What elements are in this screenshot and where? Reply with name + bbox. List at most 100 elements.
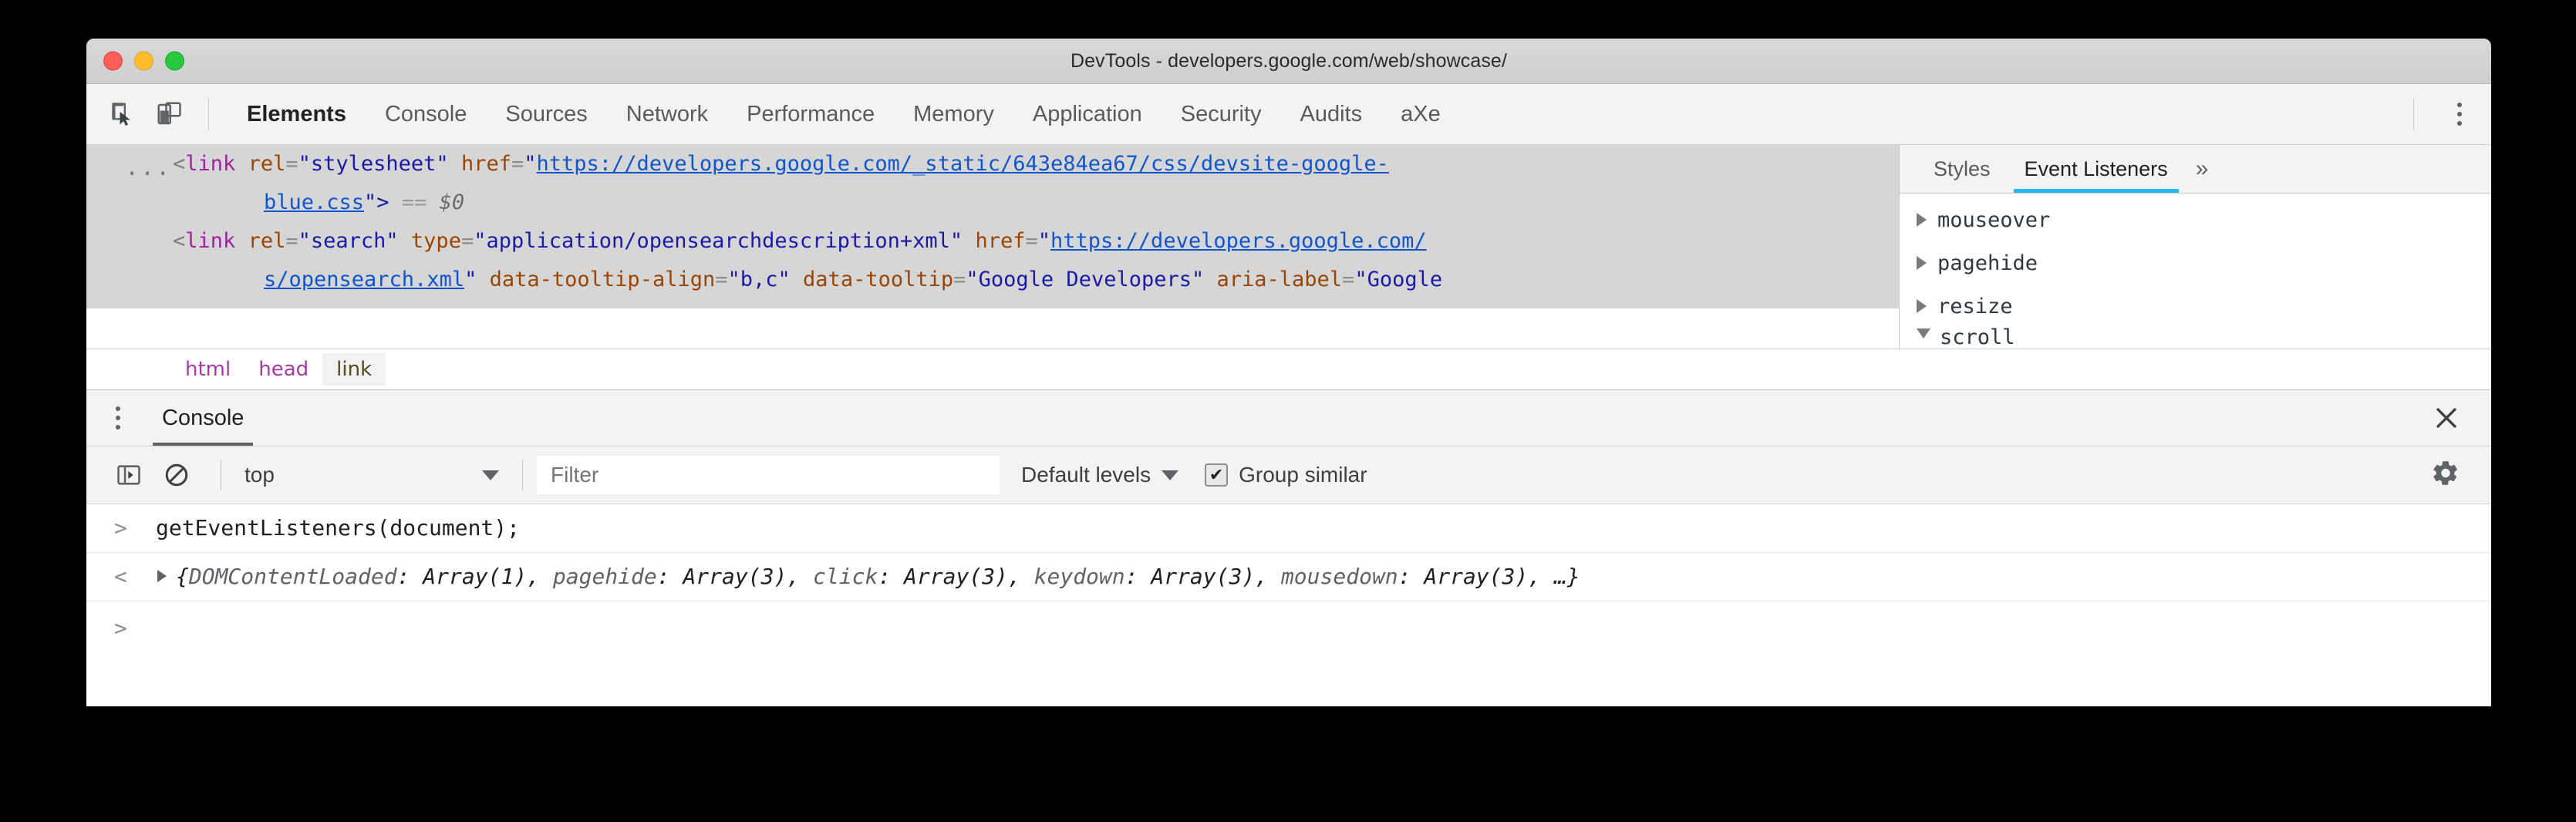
- attr-href: href: [975, 229, 1025, 253]
- object-value: Array(3): [1151, 564, 1255, 589]
- listener-item-resize[interactable]: resize: [1900, 285, 2491, 328]
- equals-sign: =: [953, 268, 966, 291]
- close-icon[interactable]: [2433, 404, 2460, 432]
- device-toolbar-icon[interactable]: [150, 94, 190, 134]
- triangle-right-icon[interactable]: [1917, 299, 1927, 313]
- attr-aria-label-value: "Google: [1354, 268, 1442, 291]
- title-bar: DevTools - developers.google.com/web/sho…: [86, 39, 2491, 84]
- attr-href-value[interactable]: https://developers.google.com/: [1050, 229, 1427, 253]
- listener-label: pagehide: [1937, 251, 2038, 275]
- attr-type: type: [411, 229, 461, 253]
- attr-data-tooltip-align-value: "b,c": [728, 268, 791, 291]
- chevron-down-icon: [1162, 470, 1178, 480]
- triangle-right-icon[interactable]: [157, 570, 167, 582]
- attr-href-value-cont[interactable]: s/opensearch.xml: [264, 268, 464, 291]
- console-prompt-row[interactable]: >: [86, 601, 2491, 654]
- event-listener-list: mouseover pagehide resize scroll: [1900, 194, 2491, 346]
- attr-rel-value: "stylesheet": [298, 152, 449, 176]
- chevron-double-right-icon[interactable]: »: [2196, 156, 2209, 182]
- dom-node-link-stylesheet-cont[interactable]: blue.css"> == $0: [86, 184, 1899, 222]
- minimize-window-button[interactable]: [134, 52, 153, 71]
- close-window-button[interactable]: [103, 52, 123, 71]
- console-input-row[interactable]: > getEventListeners(document);: [86, 504, 2491, 553]
- attr-type-value: "application/opensearchdescription+xml": [474, 229, 963, 253]
- tab-event-listeners[interactable]: Event Listeners: [2008, 145, 2185, 193]
- equals-sign: =: [1025, 229, 1037, 253]
- clear-console-icon[interactable]: [159, 457, 194, 493]
- console-output-object[interactable]: {DOMContentLoaded: Array(1), pagehide: A…: [156, 553, 1580, 589]
- tab-application[interactable]: Application: [1013, 84, 1162, 144]
- attr-aria-label: aria-label: [1217, 268, 1343, 291]
- listener-item-mouseover[interactable]: mouseover: [1900, 198, 2491, 241]
- inspect-element-icon[interactable]: [103, 94, 143, 134]
- listener-item-pagehide[interactable]: pagehide: [1900, 241, 2491, 285]
- breadcrumb-item-html[interactable]: html: [171, 353, 244, 386]
- triangle-down-icon[interactable]: [1917, 328, 1930, 345]
- object-key: mousedown: [1281, 564, 1398, 589]
- tab-performance[interactable]: Performance: [727, 84, 894, 144]
- tab-axe[interactable]: aXe: [1381, 84, 1460, 144]
- selection-equals: ==: [402, 190, 427, 214]
- toolbar-right-divider: [2413, 98, 2414, 130]
- attr-data-tooltip-value: "Google Developers": [966, 268, 1204, 291]
- selected-node-ref: $0: [440, 190, 465, 214]
- panels-container: ... <link rel="stylesheet" href="https:/…: [86, 145, 2491, 349]
- console-output-row[interactable]: < {DOMContentLoaded: Array(1), pagehide:…: [86, 553, 2491, 601]
- equals-sign: =: [285, 229, 298, 253]
- dom-node-link-stylesheet[interactable]: <link rel="stylesheet" href="https://dev…: [86, 145, 1899, 184]
- tab-elements[interactable]: Elements: [228, 84, 366, 144]
- tab-memory[interactable]: Memory: [894, 84, 1013, 144]
- log-levels-select[interactable]: Default levels: [1021, 463, 1178, 487]
- triangle-right-icon[interactable]: [1917, 213, 1927, 227]
- breadcrumb-item-head[interactable]: head: [244, 353, 322, 386]
- attr-href-value[interactable]: https://developers.google.com/_static/64…: [537, 152, 1389, 176]
- gear-icon[interactable]: [2431, 459, 2460, 492]
- maximize-window-button[interactable]: [165, 52, 184, 71]
- equals-sign: =: [715, 268, 727, 291]
- group-similar-toggle[interactable]: ✔ Group similar: [1205, 463, 1367, 487]
- chevron-down-icon: [482, 470, 499, 480]
- attr-data-tooltip: data-tooltip: [803, 268, 953, 291]
- dom-node-link-search-cont[interactable]: s/opensearch.xml" data-tooltip-align="b,…: [86, 261, 1899, 299]
- execution-context-value: top: [244, 463, 275, 487]
- object-key: DOMContentLoaded: [189, 564, 397, 589]
- tab-sources[interactable]: Sources: [486, 84, 606, 144]
- elements-panel: ... <link rel="stylesheet" href="https:/…: [86, 145, 1899, 349]
- execution-context-select[interactable]: top: [235, 463, 508, 487]
- more-options-icon[interactable]: [2457, 103, 2462, 126]
- object-open-brace: {: [176, 564, 189, 589]
- tab-audits[interactable]: Audits: [1281, 84, 1382, 144]
- listener-item-scroll[interactable]: scroll: [1900, 328, 2491, 346]
- toolbar-divider: [522, 460, 523, 490]
- tab-security[interactable]: Security: [1162, 84, 1281, 144]
- dom-ellipsis[interactable]: ...: [125, 154, 171, 181]
- tab-network[interactable]: Network: [607, 84, 727, 144]
- drawer-more-options-icon[interactable]: [116, 406, 120, 430]
- traffic-lights: [103, 52, 184, 71]
- panel-tabs: Elements Console Sources Network Perform…: [228, 84, 1460, 144]
- quote-close-bracket: ">: [364, 190, 389, 214]
- drawer-tab-console[interactable]: Console: [153, 390, 253, 446]
- triangle-right-icon[interactable]: [1917, 256, 1927, 270]
- object-value: Array(3): [904, 564, 1008, 589]
- attr-href: href: [461, 152, 511, 176]
- equals-sign: =: [461, 229, 474, 253]
- tab-console[interactable]: Console: [366, 84, 486, 144]
- object-value: Array(1): [423, 564, 527, 589]
- tag-open-bracket: <: [173, 152, 185, 176]
- breadcrumb: html head link: [86, 349, 2491, 389]
- console-sidebar-icon[interactable]: [111, 457, 147, 493]
- breadcrumb-item-link[interactable]: link: [322, 353, 386, 386]
- log-levels-label: Default levels: [1021, 463, 1151, 487]
- group-similar-checkbox[interactable]: ✔: [1205, 463, 1228, 487]
- listener-label: mouseover: [1937, 208, 2050, 232]
- tab-styles[interactable]: Styles: [1917, 145, 2008, 193]
- attr-href-value-cont[interactable]: blue.css: [264, 190, 364, 214]
- dom-tree-blank-row: [86, 308, 1899, 349]
- filter-input[interactable]: [537, 456, 1000, 494]
- quote-open: ": [524, 152, 536, 176]
- console-toolbar: top Default levels ✔ Group similar: [86, 446, 2491, 504]
- sidebar-tabs: Styles Event Listeners »: [1900, 145, 2491, 194]
- object-key: pagehide: [553, 564, 657, 589]
- dom-node-link-search[interactable]: <link rel="search" type="application/ope…: [86, 222, 1899, 261]
